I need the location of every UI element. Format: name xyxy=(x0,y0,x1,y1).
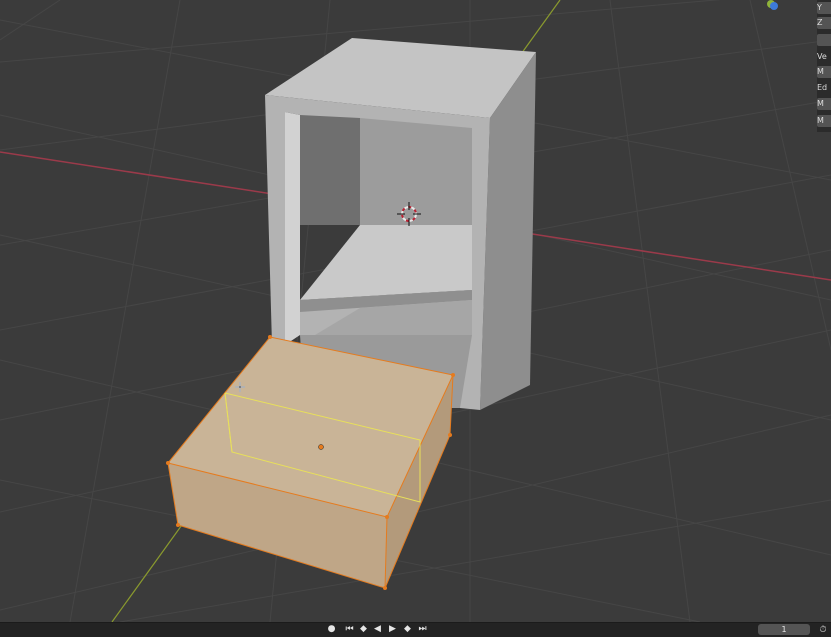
side-panel-label: Ve xyxy=(817,52,827,61)
3d-viewport[interactable]: Y Z Ve M Ed M M xyxy=(0,0,831,622)
gizmo-z-axis-icon xyxy=(770,2,778,10)
viewport-scene[interactable] xyxy=(0,0,831,622)
jump-to-end-icon[interactable]: ⏭ xyxy=(417,624,428,635)
keyframe-dot-icon[interactable]: ● xyxy=(326,624,337,635)
current-frame-field[interactable]: 1 xyxy=(758,624,810,635)
side-panel-button[interactable]: M xyxy=(817,66,831,78)
object-origin-icon xyxy=(318,444,324,450)
jump-to-start-icon[interactable]: ⏮ xyxy=(344,624,355,635)
play-icon[interactable]: ▶ xyxy=(387,624,398,635)
selected-box-object[interactable] xyxy=(166,335,455,590)
clock-icon[interactable]: ⏱ xyxy=(817,624,829,636)
play-reverse-icon[interactable]: ◀ xyxy=(372,624,383,635)
n-panel-sidebar: Y Z Ve M Ed M M xyxy=(817,0,831,132)
side-panel-button[interactable]: M xyxy=(817,115,831,127)
timeline-bar: ● ⏮ ◆ ◀ ▶ ◆ ⏭ 1 ⏱ xyxy=(0,622,831,637)
side-panel-button[interactable]: Y xyxy=(817,2,831,14)
side-panel-label: Ed xyxy=(817,83,828,92)
side-panel-button[interactable]: Z xyxy=(817,17,831,29)
next-keyframe-icon[interactable]: ◆ xyxy=(402,624,413,635)
side-panel-button[interactable]: M xyxy=(817,98,831,110)
previous-keyframe-icon[interactable]: ◆ xyxy=(358,624,369,635)
side-panel-button[interactable] xyxy=(817,34,831,46)
